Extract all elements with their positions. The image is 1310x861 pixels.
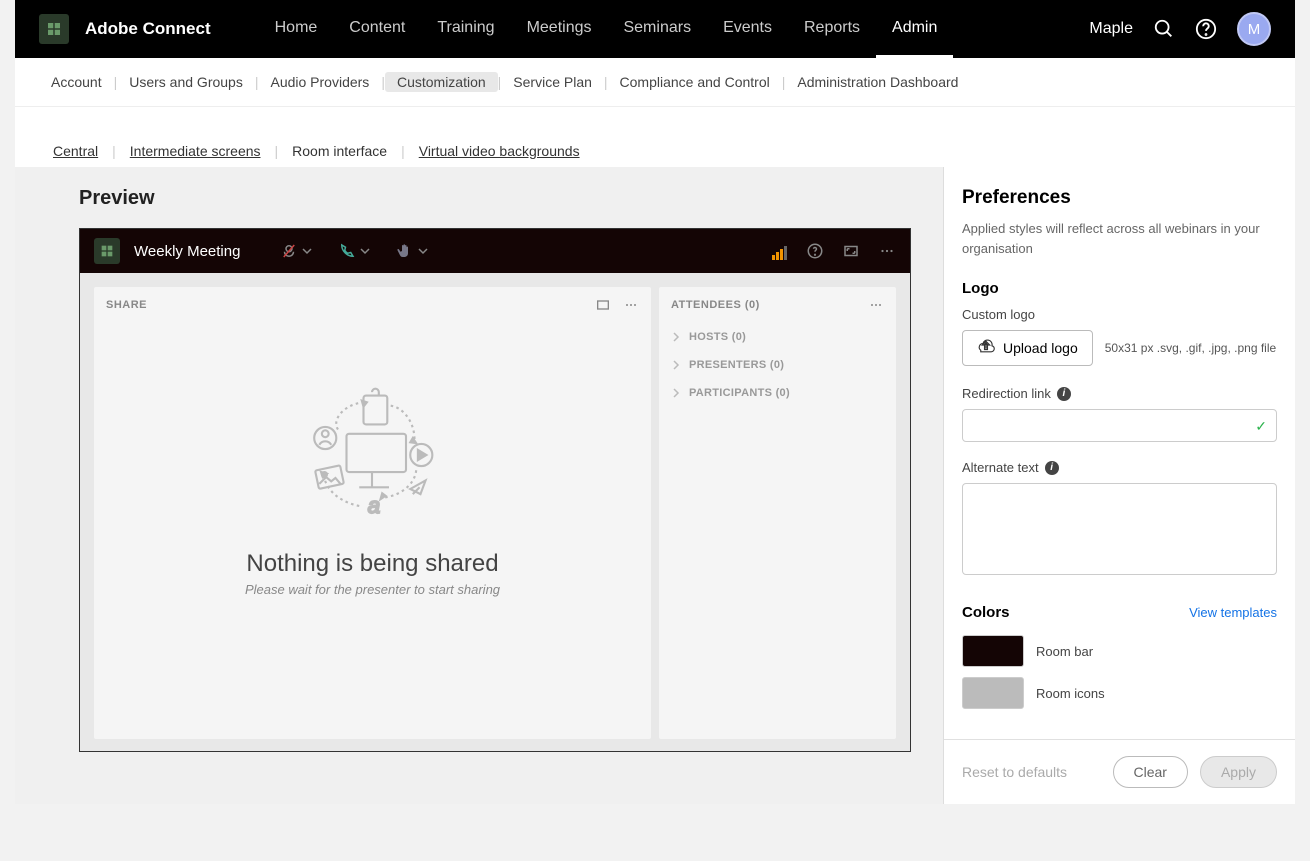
hand-icon[interactable] (390, 238, 434, 264)
share-pane: SHARE (94, 287, 651, 739)
attendee-group[interactable]: HOSTS (0) (659, 323, 896, 351)
alt-text-label: Alternate text (962, 460, 1039, 475)
attendee-group[interactable]: PARTICIPANTS (0) (659, 379, 896, 407)
tab-item[interactable]: Central (39, 143, 112, 159)
preview-title: Preview (79, 187, 911, 210)
subnav-item[interactable]: Compliance and Control (608, 72, 782, 92)
chevron-down-icon (418, 246, 428, 256)
nav-admin[interactable]: Admin (876, 0, 953, 58)
upload-hint: 50x31 px .svg, .gif, .jpg, .png file (1105, 341, 1276, 355)
alternate-text-input[interactable] (962, 483, 1277, 575)
upload-logo-button[interactable]: Upload logo (962, 330, 1093, 366)
redirect-label: Redirection link (962, 386, 1051, 401)
main-nav: HomeContentTrainingMeetingsSeminarsEvent… (259, 0, 954, 58)
prefs-title: Preferences (962, 187, 1277, 209)
customization-tabs: Central|Intermediate screens|Room interf… (39, 143, 1271, 159)
help-icon[interactable] (1195, 18, 1217, 40)
view-templates-link[interactable]: View templates (1189, 605, 1277, 620)
app-title: Adobe Connect (85, 19, 211, 39)
color-swatch[interactable] (962, 677, 1024, 709)
subnav-item[interactable]: Account (39, 72, 114, 92)
user-name: Maple (1089, 20, 1133, 38)
attendees-label: ATTENDEES (0) (671, 299, 760, 311)
tab-item[interactable]: Room interface (278, 143, 401, 159)
room-bar: Weekly Meeting (80, 229, 910, 273)
room-logo-icon (94, 238, 120, 264)
share-label: SHARE (106, 299, 147, 311)
subnav-item[interactable]: Users and Groups (117, 72, 255, 92)
search-icon[interactable] (1153, 18, 1175, 40)
apply-button[interactable]: Apply (1200, 756, 1277, 788)
colors-label: Colors (962, 604, 1010, 621)
phone-icon[interactable] (332, 238, 376, 264)
app-logo (39, 14, 69, 44)
share-message: Nothing is being shared (246, 550, 498, 578)
prefs-desc: Applied styles will reflect across all w… (962, 219, 1277, 258)
more-icon[interactable] (868, 297, 884, 313)
color-swatch[interactable] (962, 635, 1024, 667)
more-icon[interactable] (878, 242, 896, 260)
nav-content[interactable]: Content (333, 0, 421, 58)
chevron-right-icon (671, 332, 681, 342)
tab-item[interactable]: Intermediate screens (116, 143, 275, 159)
share-sub: Please wait for the presenter to start s… (245, 582, 500, 597)
nav-home[interactable]: Home (259, 0, 334, 58)
color-label: Room icons (1036, 686, 1105, 701)
reset-defaults-button[interactable]: Reset to defaults (962, 764, 1067, 780)
logo-section-label: Logo (962, 280, 1277, 297)
nav-training[interactable]: Training (421, 0, 510, 58)
upload-icon (977, 339, 995, 357)
nav-meetings[interactable]: Meetings (511, 0, 608, 58)
preview-box: Weekly Meeting (79, 228, 911, 752)
subnav-item[interactable]: Administration Dashboard (785, 72, 970, 92)
attendee-group[interactable]: PRESENTERS (0) (659, 351, 896, 379)
signal-icon[interactable] (772, 242, 788, 260)
clear-button[interactable]: Clear (1113, 756, 1188, 788)
check-icon: ✓ (1255, 418, 1267, 435)
more-icon[interactable] (623, 297, 639, 313)
attendees-pane: ATTENDEES (0) HOSTS (0)PRESENTERS (0)PAR… (659, 287, 896, 739)
tab-item[interactable]: Virtual video backgrounds (405, 143, 594, 159)
svg-text:a: a (368, 492, 380, 517)
chevron-down-icon (360, 246, 370, 256)
nav-events[interactable]: Events (707, 0, 788, 58)
help-icon[interactable] (806, 242, 824, 260)
preferences-panel: Preferences Applied styles will reflect … (943, 167, 1295, 804)
mic-icon[interactable] (274, 238, 318, 264)
avatar[interactable]: M (1237, 12, 1271, 46)
custom-logo-label: Custom logo (962, 307, 1277, 322)
fullscreen-icon[interactable] (595, 297, 611, 313)
fullscreen-icon[interactable] (842, 242, 860, 260)
subnav-item[interactable]: Customization (385, 72, 498, 92)
chevron-right-icon (671, 388, 681, 398)
nav-reports[interactable]: Reports (788, 0, 876, 58)
info-icon[interactable]: i (1045, 461, 1059, 475)
color-label: Room bar (1036, 644, 1093, 659)
info-icon[interactable]: i (1057, 387, 1071, 401)
chevron-down-icon (302, 246, 312, 256)
subnav-item[interactable]: Service Plan (501, 72, 604, 92)
share-illustration: a (287, 370, 457, 540)
subnav-item[interactable]: Audio Providers (258, 72, 381, 92)
nav-seminars[interactable]: Seminars (607, 0, 707, 58)
room-title: Weekly Meeting (134, 243, 240, 260)
admin-subnav: Account|Users and Groups|Audio Providers… (39, 72, 1271, 92)
chevron-right-icon (671, 360, 681, 370)
redirection-link-input[interactable] (962, 409, 1277, 442)
topbar: Adobe Connect HomeContentTrainingMeeting… (15, 0, 1295, 58)
